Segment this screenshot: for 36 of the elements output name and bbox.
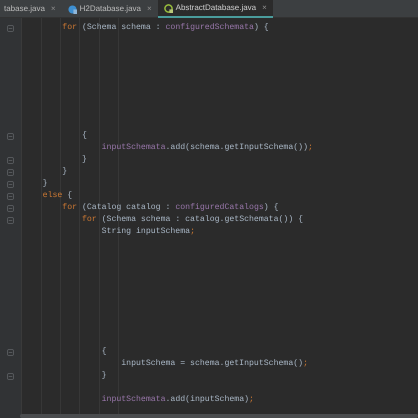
code-line: } (80, 155, 87, 164)
fold-marker-icon[interactable] (7, 348, 14, 356)
code-line: } (100, 371, 107, 380)
fold-marker-icon[interactable] (7, 168, 14, 176)
tab-label: tabase.java (4, 3, 45, 15)
fold-marker-icon[interactable] (7, 180, 14, 188)
code-line: inputSchemata.add(schema.getInputSchema()); (100, 143, 313, 152)
code-line: inputSchema = schema.getInputSchema(); (120, 359, 308, 368)
editor-tab[interactable]: H2Database.java × (62, 0, 158, 18)
fold-marker-icon[interactable] (7, 132, 14, 140)
code-line: for (Schema schema : configuredSchemata) { (61, 23, 269, 32)
code-line: { (80, 131, 87, 140)
code-line: String inputSchema; (100, 227, 195, 236)
fold-marker-icon[interactable] (7, 192, 14, 200)
tab-label: H2Database.java (80, 3, 141, 15)
code-line: } (61, 167, 68, 176)
close-icon[interactable]: × (262, 2, 267, 14)
editor-tab[interactable]: tabase.java × (0, 0, 62, 18)
fold-marker-icon[interactable] (7, 204, 14, 212)
class-file-icon (68, 4, 77, 14)
fold-marker-icon[interactable] (7, 156, 14, 164)
fold-marker-icon[interactable] (7, 216, 14, 224)
close-icon[interactable]: × (146, 3, 152, 15)
scrollbar[interactable] (20, 414, 418, 418)
close-icon[interactable]: × (50, 3, 56, 15)
code-line: for (Catalog catalog : configuredCatalogs) { (61, 203, 279, 212)
code-line: inputSchemata.add(inputSchema); (100, 395, 254, 404)
abstract-class-icon (164, 4, 173, 12)
fold-marker-icon[interactable] (7, 372, 14, 380)
code-line: } (42, 179, 48, 188)
tab-label: AbstractDatabase.java (176, 2, 256, 14)
code-line: for (Schema schema : catalog.getSchemata()) { (80, 215, 304, 224)
code-line: else { (42, 191, 72, 200)
fold-marker-icon[interactable] (7, 24, 14, 32)
editor-tab[interactable]: AbstractDatabase.java × (158, 0, 273, 18)
code-line: { (100, 347, 107, 356)
